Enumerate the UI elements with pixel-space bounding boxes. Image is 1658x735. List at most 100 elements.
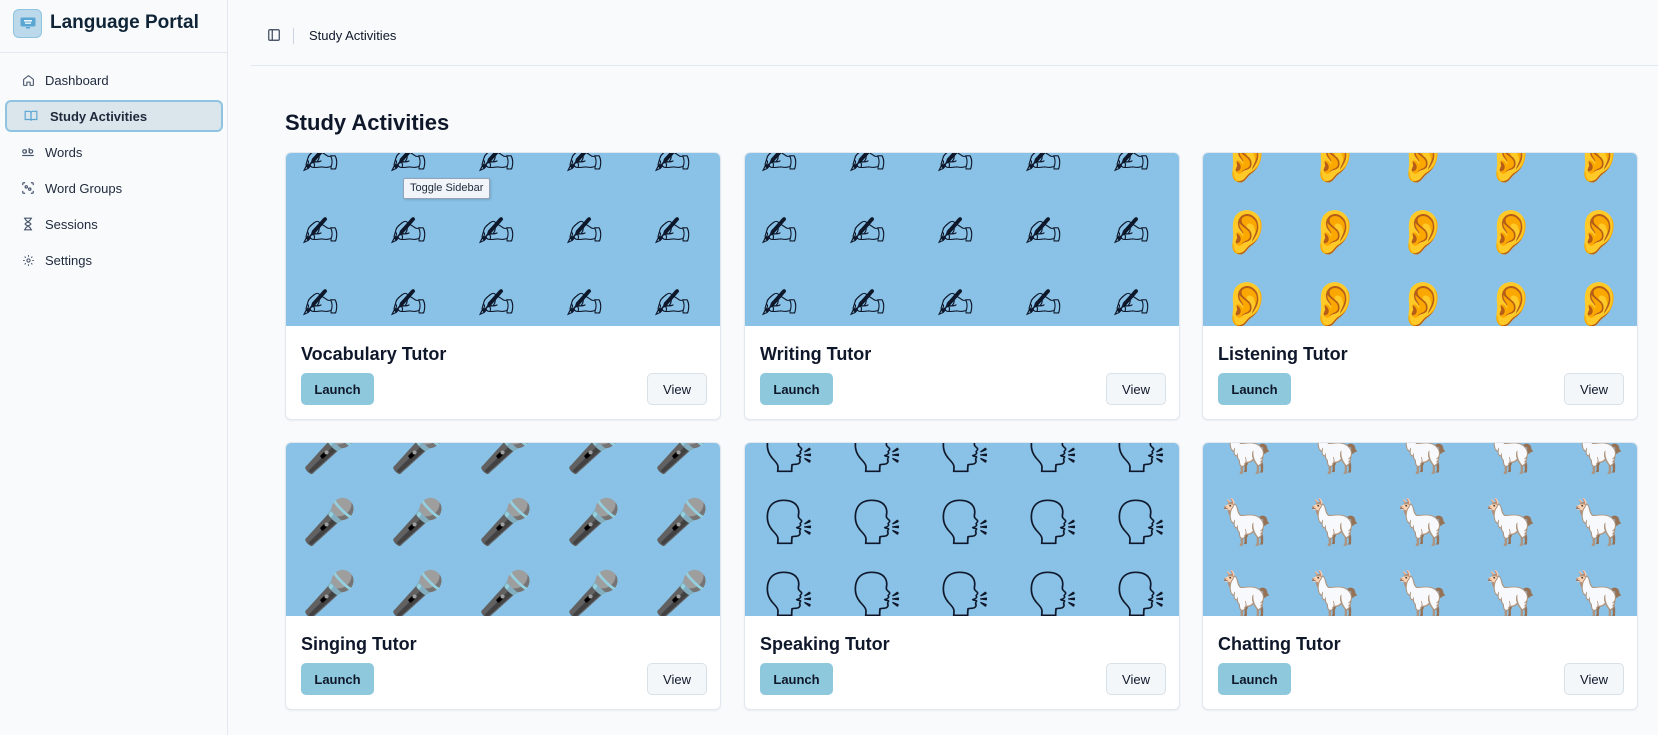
emoji-tile: 🗣 — [761, 497, 817, 548]
emoji-tile: ✍ — [302, 207, 339, 258]
group-icon — [21, 181, 35, 195]
emoji-tile: 🦙 — [1307, 569, 1362, 617]
sidebar-item-words[interactable]: Words — [5, 136, 223, 168]
sidebar-item-sessions[interactable]: Sessions — [5, 208, 223, 240]
emoji-tile: 👂 — [1571, 153, 1626, 186]
emoji-tile: 👂 — [1571, 279, 1626, 327]
emoji-tile: 🦙 — [1483, 569, 1538, 617]
sidebar-item-settings[interactable]: Settings — [5, 244, 223, 276]
page-title: Study Activities — [285, 110, 450, 135]
emoji-tile: ✍ — [302, 279, 339, 327]
emoji-tile: 🎤 — [478, 569, 533, 617]
emoji-tile: ✍ — [654, 153, 691, 186]
writing-hand-emoji-grid[interactable]: ✍ ✍ ✍ ✍ ✍ ✍ ✍ ✍ ✍ ✍ ✍ ✍ ✍ ✍ ✍ — [745, 153, 1179, 326]
emoji-tile: ✍ — [566, 279, 603, 327]
emoji-tile: ✍ — [566, 153, 603, 186]
emoji-tile: 🗣 — [849, 497, 905, 548]
llama-emoji-grid[interactable]: 🦙 🦙 🦙 🦙 🦙 🦙 🦙 🦙 🦙 🦙 🦙 🦙 🦙 🦙 🦙 — [1203, 443, 1637, 616]
emoji-tile: 🎤 — [390, 569, 445, 617]
emoji-tile: 🎤 — [654, 497, 709, 548]
emoji-tile: ✍ — [1113, 153, 1150, 186]
emoji-tile: 🦙 — [1219, 443, 1274, 476]
sidebar-item-study-activities[interactable]: Study Activities — [5, 100, 223, 132]
emoji-tile: ✍ — [1113, 279, 1150, 327]
activity-card-writing-tutor: ✍ ✍ ✍ ✍ ✍ ✍ ✍ ✍ ✍ ✍ ✍ ✍ ✍ ✍ ✍ Writing Tutor Launch Vie… — [744, 152, 1180, 420]
emoji-tile: 🎤 — [302, 569, 357, 617]
emoji-tile: 👂 — [1483, 153, 1538, 186]
emoji-tile: 🗣 — [1025, 569, 1081, 617]
emoji-tile: 👂 — [1307, 207, 1362, 258]
emoji-tile: 👂 — [1483, 279, 1538, 327]
emoji-tile: ✍ — [849, 207, 886, 258]
emoji-tile: ✍ — [849, 153, 886, 186]
emoji-tile: ✍ — [654, 207, 691, 258]
emoji-tile: 🗣 — [849, 569, 905, 617]
emoji-tile: 👂 — [1483, 207, 1538, 258]
launch-button[interactable]: Launch — [760, 373, 833, 405]
emoji-tile: 🗣 — [761, 569, 817, 617]
emoji-tile: ✍ — [654, 279, 691, 327]
emoji-tile: 🦙 — [1395, 443, 1450, 476]
emoji-tile: 🗣 — [937, 497, 993, 548]
sidebar-item-label: Study Activities — [50, 108, 148, 124]
emoji-tile: 🦙 — [1571, 443, 1626, 476]
emoji-tile: ✍ — [1113, 207, 1150, 258]
sidebar-item-label: Settings — [45, 252, 92, 268]
emoji-tile: 🎤 — [390, 497, 445, 548]
singer-emoji-grid[interactable]: 🎤 🎤 🎤 🎤 🎤 🎤 🎤 🎤 🎤 🎤 🎤 🎤 🎤 🎤 🎤 — [286, 443, 720, 616]
view-button[interactable]: View — [1564, 373, 1624, 405]
emoji-tile: 🎤 — [566, 569, 621, 617]
emoji-tile: 🗣 — [1113, 497, 1169, 548]
breadcrumb: Study Activities — [309, 28, 397, 43]
launch-button[interactable]: Launch — [1218, 663, 1291, 695]
launch-button[interactable]: Launch — [301, 373, 374, 405]
emoji-tile: ✍ — [1025, 153, 1062, 186]
emoji-tile: 👂 — [1219, 207, 1274, 258]
emoji-tile: 🦙 — [1219, 569, 1274, 617]
emoji-tile: 🦙 — [1395, 569, 1450, 617]
launch-button[interactable]: Launch — [1218, 373, 1291, 405]
sidebar-item-dashboard[interactable]: Dashboard — [5, 64, 223, 96]
emoji-tile: ✍ — [478, 279, 515, 327]
emoji-tile: 👂 — [1571, 207, 1626, 258]
view-button[interactable]: View — [1106, 373, 1166, 405]
panel-left-icon — [268, 29, 280, 41]
hourglass-icon — [21, 217, 35, 231]
emoji-tile: 🎤 — [566, 497, 621, 548]
ear-emoji-grid[interactable]: 👂 👂 👂 👂 👂 👂 👂 👂 👂 👂 👂 👂 👂 👂 👂 — [1203, 153, 1637, 326]
emoji-tile: ✍ — [849, 279, 886, 327]
emoji-tile: 🦙 — [1307, 497, 1362, 548]
emoji-tile: 🗣 — [1025, 497, 1081, 548]
emoji-tile: 👂 — [1219, 279, 1274, 327]
emoji-tile: 👂 — [1395, 153, 1450, 186]
emoji-tile: ✍ — [566, 207, 603, 258]
sidebar-item-word-groups[interactable]: Word Groups — [5, 172, 223, 204]
toggle-sidebar-button[interactable] — [267, 28, 281, 42]
emoji-tile: ✍ — [937, 153, 974, 186]
view-button[interactable]: View — [1106, 663, 1166, 695]
launch-button[interactable]: Launch — [760, 663, 833, 695]
view-button[interactable]: View — [1564, 663, 1624, 695]
emoji-tile: 🦙 — [1483, 443, 1538, 476]
sidebar-item-label: Words — [45, 144, 83, 160]
activity-title: Vocabulary Tutor — [301, 344, 447, 364]
brand[interactable]: Language Portal — [13, 8, 199, 38]
activity-card-chatting-tutor: 🦙 🦙 🦙 🦙 🦙 🦙 🦙 🦙 🦙 🦙 🦙 🦙 🦙 🦙 🦙 Chatting Tutor Launch Vi… — [1202, 442, 1638, 710]
activity-title: Listening Tutor — [1218, 344, 1348, 364]
home-icon — [21, 73, 35, 87]
emoji-tile: 🗣 — [937, 569, 993, 617]
emoji-tile: 🎤 — [302, 497, 357, 548]
sidebar-item-label: Dashboard — [45, 72, 109, 88]
view-button[interactable]: View — [647, 663, 707, 695]
whole-word-icon — [21, 145, 35, 159]
emoji-tile: 🦙 — [1483, 497, 1538, 548]
emoji-tile: 🗣 — [1113, 443, 1169, 476]
speaking-head-emoji-grid[interactable]: 🗣 🗣 🗣 🗣 🗣 🗣 🗣 🗣 🗣 🗣 🗣 🗣 🗣 🗣 🗣 — [745, 443, 1179, 616]
writing-hand-emoji-grid[interactable]: ✍ ✍ ✍ ✍ ✍ ✍ ✍ ✍ ✍ ✍ ✍ ✍ ✍ ✍ ✍ — [286, 153, 720, 326]
view-button[interactable]: View — [647, 373, 707, 405]
gear-icon — [21, 253, 35, 267]
emoji-tile: ✍ — [302, 153, 339, 186]
emoji-tile: 🗣 — [849, 443, 905, 476]
emoji-tile: ✍ — [1025, 207, 1062, 258]
launch-button[interactable]: Launch — [301, 663, 374, 695]
